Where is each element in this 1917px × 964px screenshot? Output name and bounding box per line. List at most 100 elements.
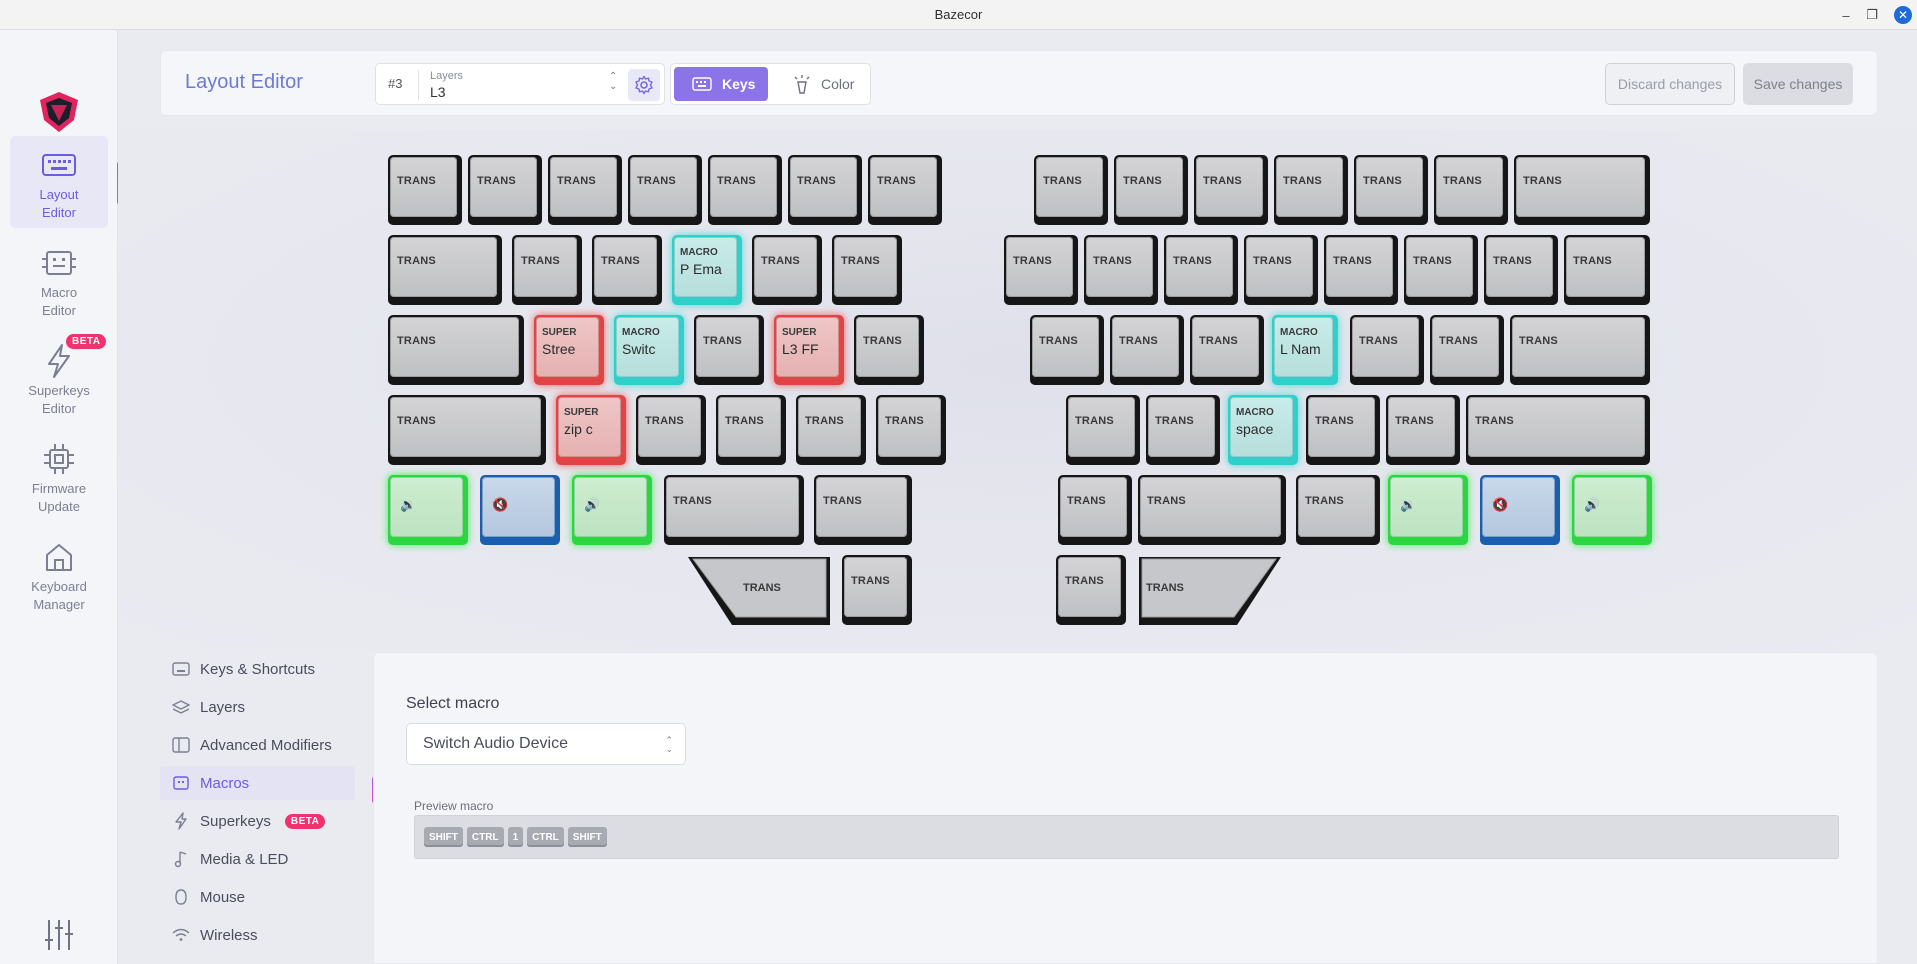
key-mute[interactable]: 🔇 [480, 475, 560, 545]
minimize-button[interactable]: – [1836, 0, 1856, 30]
key-trans[interactable]: TRANS [1084, 235, 1158, 305]
key-trans[interactable]: TRANS [1324, 235, 1398, 305]
key-vol-up[interactable]: 🔊 [1572, 475, 1652, 545]
key-trans[interactable]: TRANS [1056, 555, 1126, 625]
key-trans[interactable]: TRANS [876, 395, 946, 465]
key-trans[interactable]: TRANS [1466, 395, 1650, 465]
menu-wireless[interactable]: Wireless [160, 918, 355, 952]
key-type-label: MACRO [1280, 327, 1318, 338]
select-macro-label: Select macro [406, 695, 500, 712]
key-trans[interactable]: TRANS [814, 475, 912, 545]
key-trans[interactable]: TRANS [468, 155, 542, 225]
close-button[interactable]: ✕ [1894, 6, 1912, 24]
key-macro[interactable]: MACRO P Ema [672, 235, 742, 305]
menu-macros[interactable]: Macros [160, 766, 355, 800]
key-trans[interactable]: TRANS [1034, 155, 1108, 225]
key-trans[interactable]: TRANS [694, 315, 764, 385]
key-value-label: L3 FF [782, 341, 819, 357]
key-trans[interactable]: TRANS [1114, 155, 1188, 225]
key-trans[interactable]: TRANS [1404, 235, 1478, 305]
key-trans[interactable]: TRANS [1430, 315, 1504, 385]
keycap: MACRO Switc [616, 317, 679, 377]
key-trans[interactable]: TRANS [1350, 315, 1424, 385]
key-trans[interactable]: TRANS [788, 155, 862, 225]
save-changes-button[interactable]: Save changes [1743, 63, 1853, 105]
key-trans[interactable]: TRANS [1434, 155, 1508, 225]
sliders-icon[interactable] [42, 918, 76, 952]
volume-up-icon: 🔊 [584, 497, 601, 512]
key-trans[interactable]: TRANS [1030, 315, 1104, 385]
key-trans[interactable]: TRANS [1306, 395, 1380, 465]
key-trans[interactable]: TRANS [1058, 475, 1132, 545]
key-trans[interactable]: TRANS [1514, 155, 1650, 225]
menu-superkeys[interactable]: Superkeys BETA [160, 804, 355, 838]
key-trans[interactable]: TRANS [1164, 235, 1238, 305]
key-vol-down[interactable]: 🔉 [1388, 475, 1468, 545]
nav-firmware-update[interactable]: Firmware Update [10, 430, 108, 522]
key-trans[interactable]: TRANS [636, 395, 706, 465]
nav-keyboard-manager[interactable]: Keyboard Manager [10, 528, 108, 620]
key-trans[interactable]: TRANS [1066, 395, 1140, 465]
key-trans[interactable]: TRANS [1274, 155, 1348, 225]
menu-keys-shortcuts[interactable]: Keys & Shortcuts [160, 652, 355, 686]
key-trans[interactable]: TRANS [832, 235, 902, 305]
key-trans[interactable]: TRANS [1296, 475, 1380, 545]
key-trans[interactable]: TRANS [1146, 395, 1220, 465]
key-trans[interactable]: TRANS [1194, 155, 1268, 225]
key-super[interactable]: SUPER Stree [534, 315, 604, 385]
key-trans[interactable]: TRANS [388, 155, 462, 225]
key-trans[interactable]: TRANS [548, 155, 622, 225]
key-trans[interactable]: TRANS [716, 395, 786, 465]
macro-select[interactable]: Switch Audio Device ⌃ ⌄ [406, 723, 686, 765]
nav-macro-editor[interactable]: Macro Editor [10, 234, 108, 326]
key-trans[interactable]: TRANS [512, 235, 582, 305]
key-trans[interactable]: TRANS [1004, 235, 1078, 305]
key-trans[interactable]: TRANS [1484, 235, 1558, 305]
key-super[interactable]: SUPER zip c [556, 395, 626, 465]
key-mute[interactable]: 🔇 [1480, 475, 1560, 545]
key-trans[interactable]: TRANS [708, 155, 782, 225]
key-trans[interactable]: TRANS [796, 395, 866, 465]
key-super[interactable]: SUPER L3 FF [774, 315, 844, 385]
keys-mode-button[interactable]: Keys [674, 67, 768, 101]
key-trans[interactable]: TRANS [1244, 235, 1318, 305]
key-trans[interactable]: TRANS [388, 235, 502, 305]
key-trans[interactable]: TRANS [592, 235, 662, 305]
key-trans[interactable]: TRANS [388, 315, 524, 385]
layer-settings-button[interactable] [628, 69, 660, 101]
layer-divider [418, 70, 419, 100]
menu-mouse[interactable]: Mouse [160, 880, 355, 914]
keycap: TRANS [1140, 477, 1281, 537]
layer-selector[interactable]: #3 Layers L3 ⌃ ⌄ [375, 63, 665, 105]
key-trans[interactable]: TRANS [868, 155, 942, 225]
color-mode-button[interactable]: Color [775, 67, 869, 101]
menu-layers[interactable]: Layers [160, 690, 355, 724]
nav-layout-editor[interactable]: Layout Editor [10, 136, 108, 228]
key-trans[interactable]: TRANS [1386, 395, 1460, 465]
key-vol-down[interactable]: 🔉 [388, 475, 468, 545]
key-trans[interactable]: TRANS [628, 155, 702, 225]
menu-advanced-modifiers[interactable]: Advanced Modifiers [160, 728, 355, 762]
key-trans[interactable]: TRANS [1510, 315, 1650, 385]
key-label: TRANS [1493, 255, 1532, 267]
key-trans[interactable]: TRANS [752, 235, 822, 305]
nav-firmware-label-1: Firmware [31, 481, 87, 496]
key-trans[interactable]: TRANS [1190, 315, 1264, 385]
key-label: TRANS [1123, 175, 1162, 187]
discard-changes-button[interactable]: Discard changes [1605, 63, 1735, 105]
maximize-button[interactable]: ❐ [1862, 0, 1882, 30]
key-trans[interactable]: TRANS [842, 555, 912, 625]
key-trans[interactable]: TRANS [1354, 155, 1428, 225]
key-macro[interactable]: MACRO L Nam [1272, 315, 1338, 385]
key-trans[interactable]: TRANS [1138, 475, 1286, 545]
menu-media-led[interactable]: Media & LED [160, 842, 355, 876]
key-macro[interactable]: MACRO space [1228, 395, 1298, 465]
key-trans[interactable]: TRANS [664, 475, 804, 545]
key-trans[interactable]: TRANS [854, 315, 924, 385]
key-trans[interactable]: TRANS [388, 395, 546, 465]
key-vol-up[interactable]: 🔊 [572, 475, 652, 545]
key-macro[interactable]: MACRO Switc [614, 315, 684, 385]
key-trans[interactable]: TRANS [1564, 235, 1650, 305]
key-trans[interactable]: TRANS [1110, 315, 1184, 385]
gear-icon [635, 75, 653, 95]
